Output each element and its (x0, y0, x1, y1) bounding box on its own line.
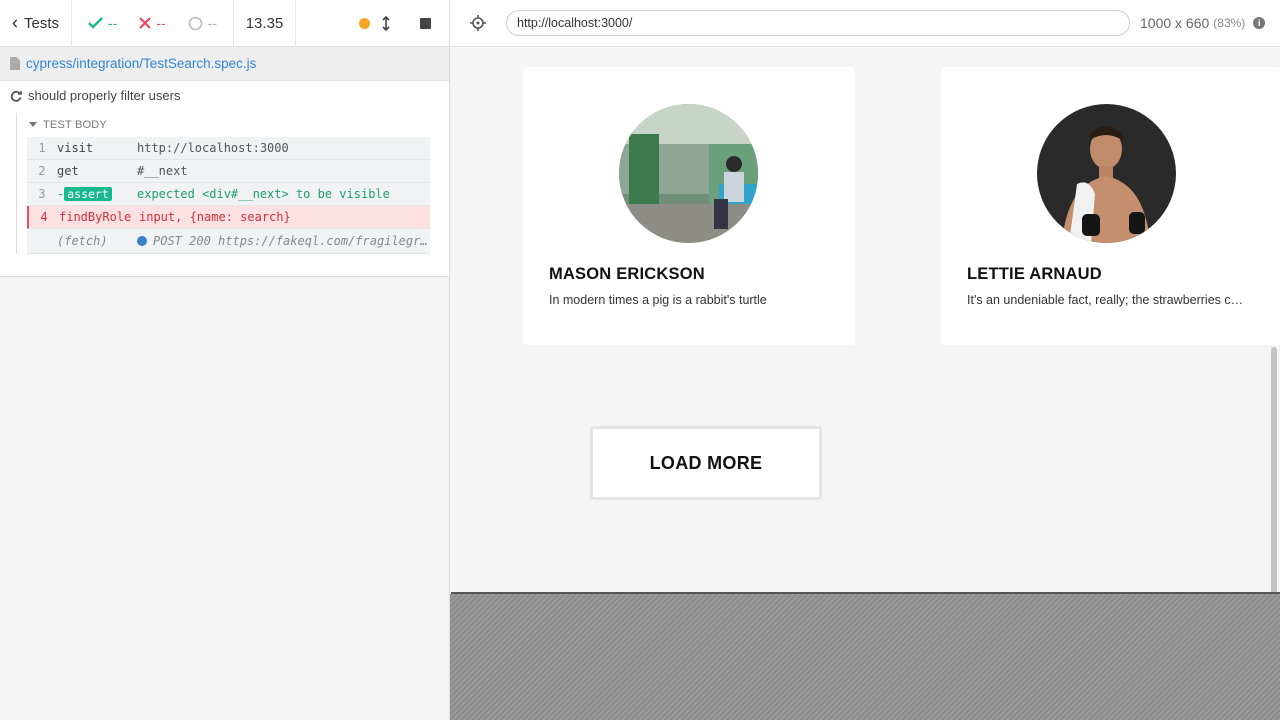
hook-name: TEST BODY (43, 119, 107, 131)
run-duration: 13.35 (234, 0, 296, 46)
command-row-fetch[interactable]: (fetch) POST 200 https://fakeql.com/frag… (27, 229, 430, 254)
failed-count: -- (156, 15, 166, 31)
command-row-failed[interactable]: 4 findByRole input, {name: search} (27, 206, 430, 229)
reporter-panel: Tests -- -- -- 13.35 cypress/integration… (0, 0, 450, 720)
request-status-icon (137, 236, 147, 246)
test-stats: -- -- -- (72, 0, 234, 46)
test-title: should properly filter users (28, 88, 181, 103)
command-name: findByRole (59, 210, 132, 224)
failed-stat: -- (139, 15, 166, 31)
command-number: 3 (38, 187, 46, 201)
command-number: 4 (40, 210, 48, 224)
info-icon[interactable]: i (1253, 17, 1266, 29)
user-name: MASON ERICKSON (549, 265, 705, 283)
viewport-size: 1000 x 660 (1140, 15, 1210, 31)
refresh-icon (10, 90, 22, 102)
user-card[interactable]: LETTIE ARNAUD It's an undeniable fact, r… (941, 67, 1280, 345)
pending-count: -- (207, 15, 217, 31)
running-indicator-icon (359, 17, 370, 29)
command-message: input, {name: search} (139, 210, 291, 224)
passed-count: -- (108, 15, 118, 31)
user-avatar (1037, 104, 1176, 243)
viewport-scale: (83%) (1213, 16, 1246, 30)
app-iframe: MASON ERICKSON In modern times a pig is … (451, 47, 1280, 594)
chevron-left-icon (12, 18, 18, 28)
user-name: LETTIE ARNAUD (967, 265, 1102, 283)
command-message: POST 200 https://fakeql.com/fragilegraph… (137, 234, 430, 248)
pending-stat: -- (188, 15, 217, 31)
assert-badge: assert (64, 187, 112, 201)
url-bar[interactable] (506, 10, 1130, 36)
command-name: visit (57, 141, 94, 155)
autoscroll-toggle-icon[interactable] (382, 15, 390, 31)
spec-file-bar: cypress/integration/TestSearch.spec.js (0, 47, 449, 81)
test-runnable: should properly filter users TEST BODY 1… (0, 81, 449, 277)
command-name: - assert (57, 187, 137, 201)
command-list: 1 visit http://localhost:3000 2 get #__n… (27, 137, 430, 254)
tests-back-button[interactable]: Tests (0, 0, 72, 46)
command-row[interactable]: 2 get #__next (27, 160, 430, 183)
command-message: http://localhost:3000 (137, 141, 289, 155)
user-description: It's an undeniable fact, really; the str… (967, 293, 1249, 307)
app-under-test-panel: 1000 x 660 (83%) i MASO (450, 0, 1280, 720)
run-controls (296, 0, 449, 46)
command-row-assert[interactable]: 3 - assert expected <div#__next> to be vi… (27, 183, 430, 206)
command-message: #__next (137, 164, 188, 178)
viewport-info: 1000 x 660 (83%) i (1140, 15, 1266, 31)
command-number: 1 (38, 141, 46, 155)
command-number: 2 (38, 164, 46, 178)
user-card[interactable]: MASON ERICKSON In modern times a pig is … (523, 67, 855, 345)
pending-circle-icon (188, 16, 202, 30)
user-avatar (619, 104, 758, 243)
command-name: (fetch) (57, 234, 108, 248)
user-description: In modern times a pig is a rabbit's turt… (549, 293, 767, 307)
aut-header: 1000 x 660 (83%) i (450, 0, 1280, 47)
reporter-header: Tests -- -- -- 13.35 (0, 0, 449, 47)
crosshair-icon (470, 15, 486, 31)
fetch-message: POST 200 https://fakeql.com/fragilegraph… (153, 234, 430, 248)
tests-back-label: Tests (23, 14, 59, 32)
stop-button[interactable] (420, 17, 431, 29)
scrollbar-thumb[interactable] (1271, 347, 1277, 592)
check-icon (88, 17, 103, 29)
command-name: get (57, 164, 79, 178)
caret-down-icon (29, 122, 37, 127)
command-message: expected <div#__next> to be visible (137, 187, 390, 201)
load-more-button[interactable]: LOAD MORE (590, 426, 822, 500)
passed-stat: -- (88, 15, 117, 31)
test-title-row[interactable]: should properly filter users (0, 81, 449, 110)
hooks-container: TEST BODY 1 visit http://localhost:3000 … (16, 113, 430, 254)
viewport-backdrop (450, 594, 1280, 720)
selector-playground-button[interactable] (450, 15, 506, 31)
hook-header[interactable]: TEST BODY (17, 113, 430, 137)
x-icon (139, 17, 152, 29)
spec-file-link[interactable]: cypress/integration/TestSearch.spec.js (26, 56, 256, 71)
command-row[interactable]: 1 visit http://localhost:3000 (27, 137, 430, 160)
file-icon (10, 57, 20, 70)
